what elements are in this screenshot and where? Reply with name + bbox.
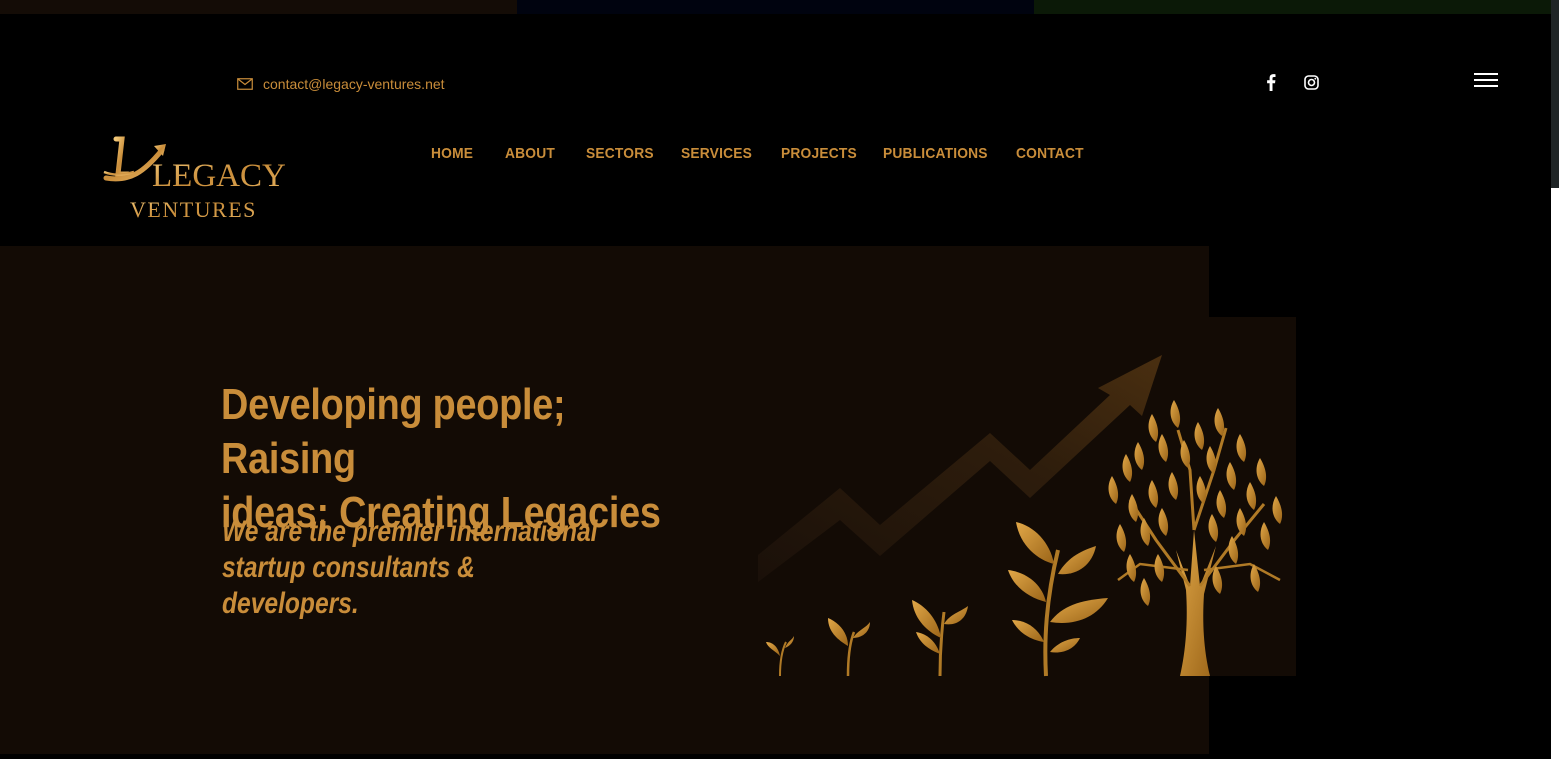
contact-email-text: contact@legacy-ventures.net (263, 76, 445, 92)
hamburger-line (1474, 79, 1498, 81)
scrollbar-thumb[interactable] (1551, 0, 1559, 188)
mail-icon (237, 78, 253, 90)
sprout-4 (1008, 522, 1108, 677)
nav-item-about[interactable]: ABOUT (505, 145, 580, 162)
hero-headline-line1: Developing people; Raising (221, 380, 566, 483)
sprout-3 (912, 600, 968, 677)
hero-subheadline-line2: startup consultants & developers. (222, 551, 475, 620)
main-nav: HOME ABOUT SECTORS SERVICES PROJECTS PUB… (431, 145, 1096, 162)
facebook-icon[interactable] (1262, 73, 1280, 91)
sprout-2 (828, 618, 870, 677)
logo-text-legacy: LEGACY (152, 158, 286, 194)
nav-item-home[interactable]: HOME (431, 145, 499, 162)
hamburger-line (1474, 85, 1498, 87)
contact-email-link[interactable]: contact@legacy-ventures.net (237, 76, 445, 92)
hamburger-menu-button[interactable] (1474, 72, 1500, 88)
instagram-icon[interactable] (1302, 73, 1320, 91)
growth-trees-illustration (758, 350, 1296, 680)
legacy-ventures-logo[interactable]: LEGACY VENTURES (100, 136, 290, 222)
logo-text-ventures: VENTURES (130, 197, 257, 222)
nav-item-services[interactable]: SERVICES (681, 145, 773, 162)
big-tree (1108, 400, 1283, 676)
social-links (1262, 73, 1320, 91)
nav-item-publications[interactable]: PUBLICATIONS (883, 145, 1005, 162)
top-strip-green (1034, 0, 1551, 14)
hamburger-line (1474, 73, 1498, 75)
hero-subheadline-line1: We are the premier international (222, 515, 598, 548)
nav-item-sectors[interactable]: SECTORS (586, 145, 673, 162)
top-strip-navy (517, 0, 1034, 14)
nav-item-projects[interactable]: PROJECTS (781, 145, 875, 162)
nav-item-contact[interactable]: CONTACT (1016, 145, 1090, 162)
page: contact@legacy-ventures.net LEGACY VENTU… (0, 0, 1559, 759)
hero-subheadline: We are the premier international startup… (222, 514, 607, 622)
sprout-1 (766, 636, 794, 677)
top-strip-brown (0, 0, 517, 14)
